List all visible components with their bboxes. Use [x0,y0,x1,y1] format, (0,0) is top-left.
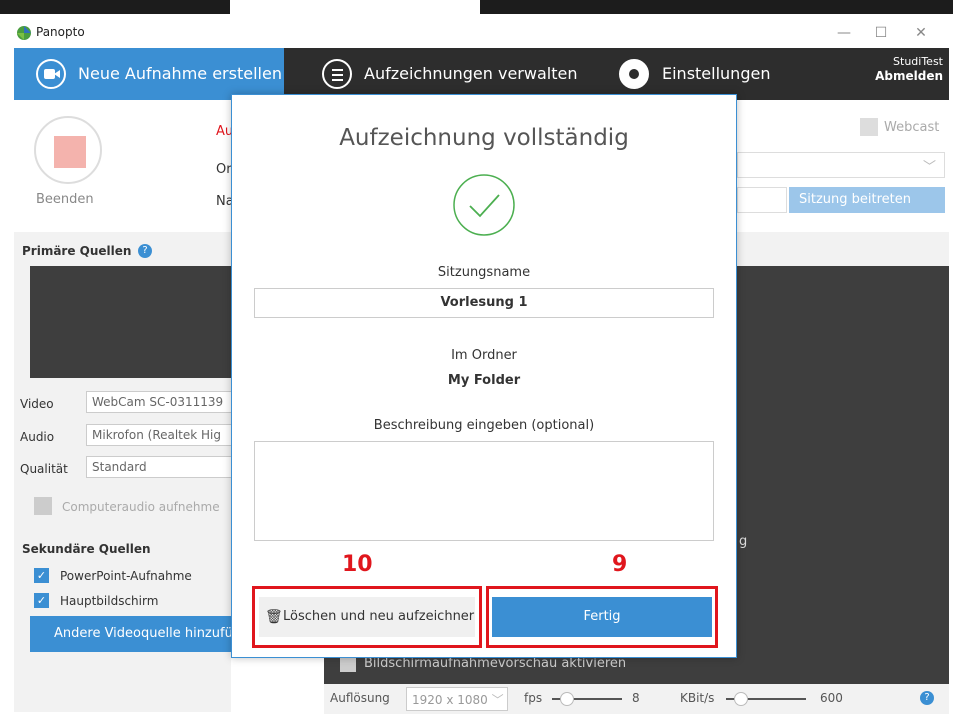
screen-preview: g [737,266,949,686]
powerpoint-label: PowerPoint-Aufnahme [60,569,192,583]
add-video-source-button[interactable]: Andere Videoquelle hinzufü [30,616,232,652]
camera-icon [36,59,66,89]
join-session-button[interactable]: Sitzung beitreten [789,187,945,213]
tab-new-recording-label: Neue Aufnahme erstellen [78,64,282,83]
main-screen-checkbox[interactable]: ✓ [34,593,49,608]
delete-rerecord-button[interactable]: 🗑 Löschen und neu aufzeichner [259,597,475,637]
panopto-logo-icon [17,26,31,40]
annotation-number-9: 9 [612,552,628,577]
primary-title: Primäre Quellen [22,244,132,258]
quality-label: Qualität [20,462,68,476]
done-label: Fertig [583,609,621,624]
folder-dropdown[interactable]: ﹀ [737,152,945,178]
join-session-label: Sitzung beitreten [799,192,911,207]
top-strip [0,0,953,14]
description-label: Beschreibung eingeben (optional) [373,418,595,433]
add-video-source-label: Andere Videoquelle hinzufü [54,626,232,641]
webcast-checkbox[interactable] [860,118,878,136]
tab-new-recording[interactable]: Neue Aufnahme erstellen [14,48,284,100]
annotation-number-10: 10 [342,552,373,577]
folder-value: My Folder [447,373,521,388]
list-icon [322,59,352,89]
kbit-value: 600 [820,691,843,705]
webcast-label: Webcast [884,120,940,135]
tab-manage-recordings[interactable]: Aufzeichnungen verwalten [314,48,594,100]
help-icon[interactable]: ? [920,691,934,705]
computer-audio-label: Computeraudio aufnehme [62,500,220,514]
preview-label: Bildschirmaufnahmevorschau aktivieren [364,656,627,671]
user-name: StudiTest [893,55,943,68]
fps-label: fps [524,691,543,705]
user-area: StudiTest Abmelden [875,54,943,84]
main-screen-label: Hauptbildschirm [60,594,159,608]
chevron-down-icon: ﹀ [491,693,504,707]
recording-complete-dialog: Aufzeichnung vollständig Sitzungsname Vo… [231,94,737,658]
kbit-label: KBit/s [680,691,715,705]
fps-slider-thumb[interactable] [560,692,574,706]
audio-select[interactable]: Mikrofon (Realtek Hig [86,424,232,446]
partial-label-2: Or [216,162,232,177]
dialog-title: Aufzeichnung vollständig [339,125,629,151]
chevron-down-icon: ﹀ [922,160,936,175]
checkmark-icon [453,174,515,236]
stop-label: Beenden [36,192,94,207]
gear-icon [619,59,649,89]
video-label: Video [20,397,54,411]
main-nav: Neue Aufnahme erstellen Aufzeichnungen v… [14,48,949,100]
folder-label: Im Ordner [451,348,517,363]
minimize-button[interactable]: — [829,22,859,44]
partial-text: g [739,534,748,549]
session-name-input[interactable]: Vorlesung 1 [254,288,714,318]
audio-label: Audio [20,430,55,444]
logout-link[interactable]: Abmelden [875,69,943,84]
resolution-select[interactable]: 1920 x 1080 ﹀ [406,687,508,711]
computer-audio-checkbox[interactable] [34,497,52,515]
stop-button[interactable] [34,116,102,184]
video-preview [30,266,232,378]
delete-rerecord-label: Löschen und neu aufzeichner [283,609,475,624]
quality-select[interactable]: Standard [86,456,232,478]
maximize-button[interactable]: ☐ [866,22,896,44]
session-name-field[interactable] [737,187,787,213]
preview-checkbox[interactable] [340,656,356,672]
done-button[interactable]: Fertig [492,597,712,637]
video-select[interactable]: WebCam SC-0311139 [86,391,232,413]
session-name-label: Sitzungsname [437,265,531,280]
stop-icon [54,136,86,168]
resolution-label: Auflösung [330,691,390,705]
tab-manage-label: Aufzeichnungen verwalten [364,64,578,83]
close-button[interactable]: ✕ [906,22,936,44]
trash-icon: 🗑 [265,609,283,625]
title-bar: Panopto — ☐ ✕ [14,20,949,46]
tab-settings[interactable]: Einstellungen [614,48,794,100]
right-header [737,232,949,266]
tab-settings-label: Einstellungen [662,64,771,83]
help-icon[interactable]: ? [138,244,152,258]
description-input[interactable] [254,441,714,541]
bottom-bar: Auflösung 1920 x 1080 ﹀ fps 8 KBit/s 600… [324,684,949,714]
fps-value: 8 [632,691,640,705]
secondary-title: Sekundäre Quellen [22,542,151,556]
window-title: Panopto [36,25,85,39]
powerpoint-checkbox[interactable]: ✓ [34,568,49,583]
kbit-slider-thumb[interactable] [734,692,748,706]
